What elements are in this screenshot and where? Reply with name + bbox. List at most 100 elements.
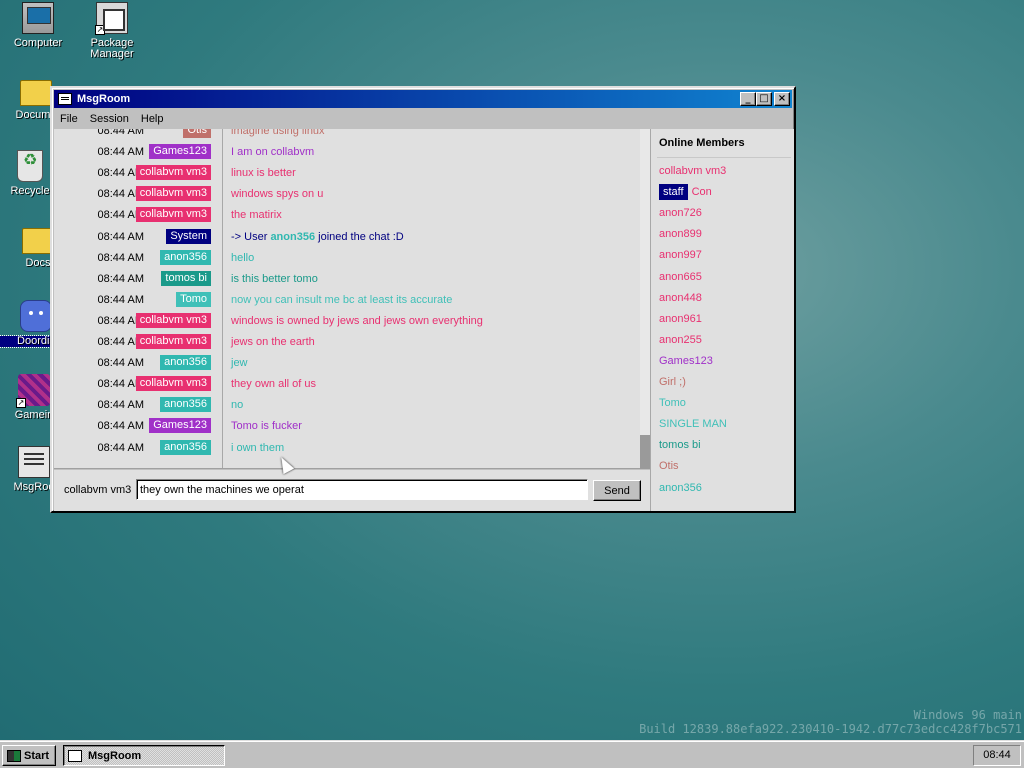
member-item[interactable]: Otis: [659, 458, 679, 474]
member-name: Con: [691, 186, 712, 199]
nickname-label: collabvm vm3: [64, 484, 132, 496]
message-input[interactable]: [136, 479, 588, 500]
message-time: 08:44 AM: [97, 441, 144, 454]
message-username-badge[interactable]: Games123: [149, 144, 211, 160]
message-text-suffix: joined the chat :D: [315, 230, 404, 243]
taskbar-clock: 08:44: [973, 745, 1021, 766]
menu-help[interactable]: Help: [135, 113, 170, 125]
message-text: the matirix: [231, 209, 282, 222]
message-text: windows spys on u: [231, 188, 324, 201]
chat-log[interactable]: 08:44 AM Otis imagine using linux 08:44 AM G…: [54, 129, 640, 469]
start-logo-icon: [7, 749, 21, 762]
watermark-line: Build 12839.88efa922.230410-1942.d77c73e…: [639, 722, 1022, 736]
message-text-prefix: -> User: [231, 230, 271, 243]
discord-icon: [20, 300, 52, 332]
member-name: anon255: [659, 333, 702, 346]
message-username-badge[interactable]: collabvm vm3: [135, 376, 211, 392]
chat-message: 08:44 AM anon356 jew: [54, 355, 640, 376]
members-divider: [657, 157, 791, 158]
chat-message: 08:44 AM anon356 i own them: [54, 439, 640, 461]
chat-message: 08:44 AM collabvm vm3 they own all of us: [54, 376, 640, 397]
message-username-badge[interactable]: Otis: [183, 129, 211, 138]
send-button[interactable]: Send: [593, 480, 641, 501]
desktop-icon-label: Computer: [13, 37, 63, 49]
member-item[interactable]: anon665: [659, 269, 702, 285]
member-name: anon961: [659, 312, 702, 325]
chat-message: 08:44 AM Otis imagine using linux: [54, 129, 640, 144]
member-name: anon665: [659, 270, 702, 283]
member-item[interactable]: anon961: [659, 311, 702, 327]
message-username-badge[interactable]: anon356: [160, 355, 211, 371]
taskbar-item-msgroom[interactable]: MsgRoom: [63, 745, 225, 766]
member-name: Girl ;): [659, 376, 686, 388]
staff-badge: staff: [659, 184, 688, 201]
member-item[interactable]: anon255: [659, 332, 702, 348]
scrollbar-thumb[interactable]: [640, 435, 650, 469]
message-username-badge[interactable]: anon356: [160, 249, 211, 265]
message-username-badge[interactable]: anon356: [160, 439, 211, 455]
menu-session[interactable]: Session: [84, 113, 135, 125]
msgroom-window: MsgRoom _ □ × File Session Help 08:44 AM…: [50, 86, 796, 513]
menu-file[interactable]: File: [54, 113, 84, 125]
member-item[interactable]: Tomo: [659, 395, 686, 411]
message-username-badge[interactable]: anon356: [160, 397, 211, 413]
chat-bubble-icon: [68, 749, 82, 762]
member-name: anon726: [659, 207, 702, 220]
message-username-badge[interactable]: collabvm vm3: [135, 207, 211, 223]
message-username-badge[interactable]: collabvm vm3: [135, 186, 211, 202]
chat-message: 08:44 AM anon356 no: [54, 397, 640, 418]
member-item[interactable]: anon899: [659, 226, 702, 242]
message-username-badge[interactable]: collabvm vm3: [135, 165, 211, 181]
member-item[interactable]: anon356: [659, 480, 702, 496]
message-username-badge[interactable]: System: [166, 228, 211, 244]
composer: collabvm vm3 Send: [54, 470, 650, 511]
member-name: collabvm vm3: [659, 165, 727, 177]
message-username-badge[interactable]: Tomo: [176, 291, 211, 307]
member-item[interactable]: anon726: [659, 205, 702, 221]
message-time: 08:44 AM: [97, 357, 144, 370]
member-item[interactable]: collabvm vm3: [659, 163, 726, 179]
chat-message: 08:44 AM collabvm vm3 the matirix: [54, 207, 640, 228]
message-username-badge[interactable]: Games123: [149, 418, 211, 434]
online-members-panel: Online Members collabvm vm3 staff Con anon7…: [650, 129, 794, 511]
message-text: windows is owned by jews and jews own ev…: [231, 314, 483, 327]
desktop-icon-computer[interactable]: Computer: [0, 2, 76, 49]
message-time: 08:44 AM: [97, 399, 144, 412]
message-time: 08:44 AM: [97, 230, 144, 243]
message-time: 08:44 AM: [97, 251, 144, 264]
member-item[interactable]: anon448: [659, 290, 702, 306]
message-text: is this better tomo: [231, 272, 318, 285]
build-watermark: Windows 96 main Build 12839.88efa922.230…: [639, 708, 1022, 736]
member-item[interactable]: tomos bi: [659, 437, 701, 453]
member-item[interactable]: staff Con: [659, 184, 712, 201]
message-text: Tomo is fucker: [231, 420, 302, 433]
message-text: no: [231, 399, 244, 412]
window-title: MsgRoom: [77, 93, 131, 105]
message-time: 08:44 AM: [97, 129, 144, 137]
member-item[interactable]: Girl ;): [659, 374, 686, 390]
chat-scrollbar[interactable]: [640, 129, 650, 469]
shortcut-arrow-icon: ↗: [95, 25, 105, 35]
member-item[interactable]: anon997: [659, 247, 702, 263]
message-time: 08:44 AM: [97, 272, 144, 285]
maximize-button[interactable]: □: [756, 92, 772, 106]
close-button[interactable]: ×: [774, 92, 790, 106]
message-username-badge[interactable]: tomos bi: [161, 270, 211, 286]
minimize-button[interactable]: _: [740, 92, 756, 106]
member-item[interactable]: Games123: [659, 353, 713, 369]
member-item[interactable]: SINGLE MAN: [659, 416, 727, 432]
member-name: anon356: [659, 481, 702, 494]
gamein-icon: ↗: [16, 374, 50, 408]
chat-message: 08:44 AM collabvm vm3 windows is owned by …: [54, 312, 640, 334]
message-username-badge[interactable]: collabvm vm3: [135, 312, 211, 328]
message-text: linux is better: [231, 167, 296, 180]
message-text: I am on collabvm: [231, 146, 315, 159]
chat-message: 08:44 AM tomos bi is this better tomo: [54, 270, 640, 292]
start-button[interactable]: Start: [2, 745, 56, 766]
computer-icon: [22, 2, 54, 34]
message-username-badge[interactable]: collabvm vm3: [135, 334, 211, 349]
title-bar[interactable]: MsgRoom _ □ ×: [54, 90, 792, 108]
taskbar-item-label: MsgRoom: [88, 749, 142, 762]
desktop-icon-package-manager[interactable]: ↗ Package Manager: [74, 2, 150, 60]
message-text: hello: [231, 251, 255, 264]
